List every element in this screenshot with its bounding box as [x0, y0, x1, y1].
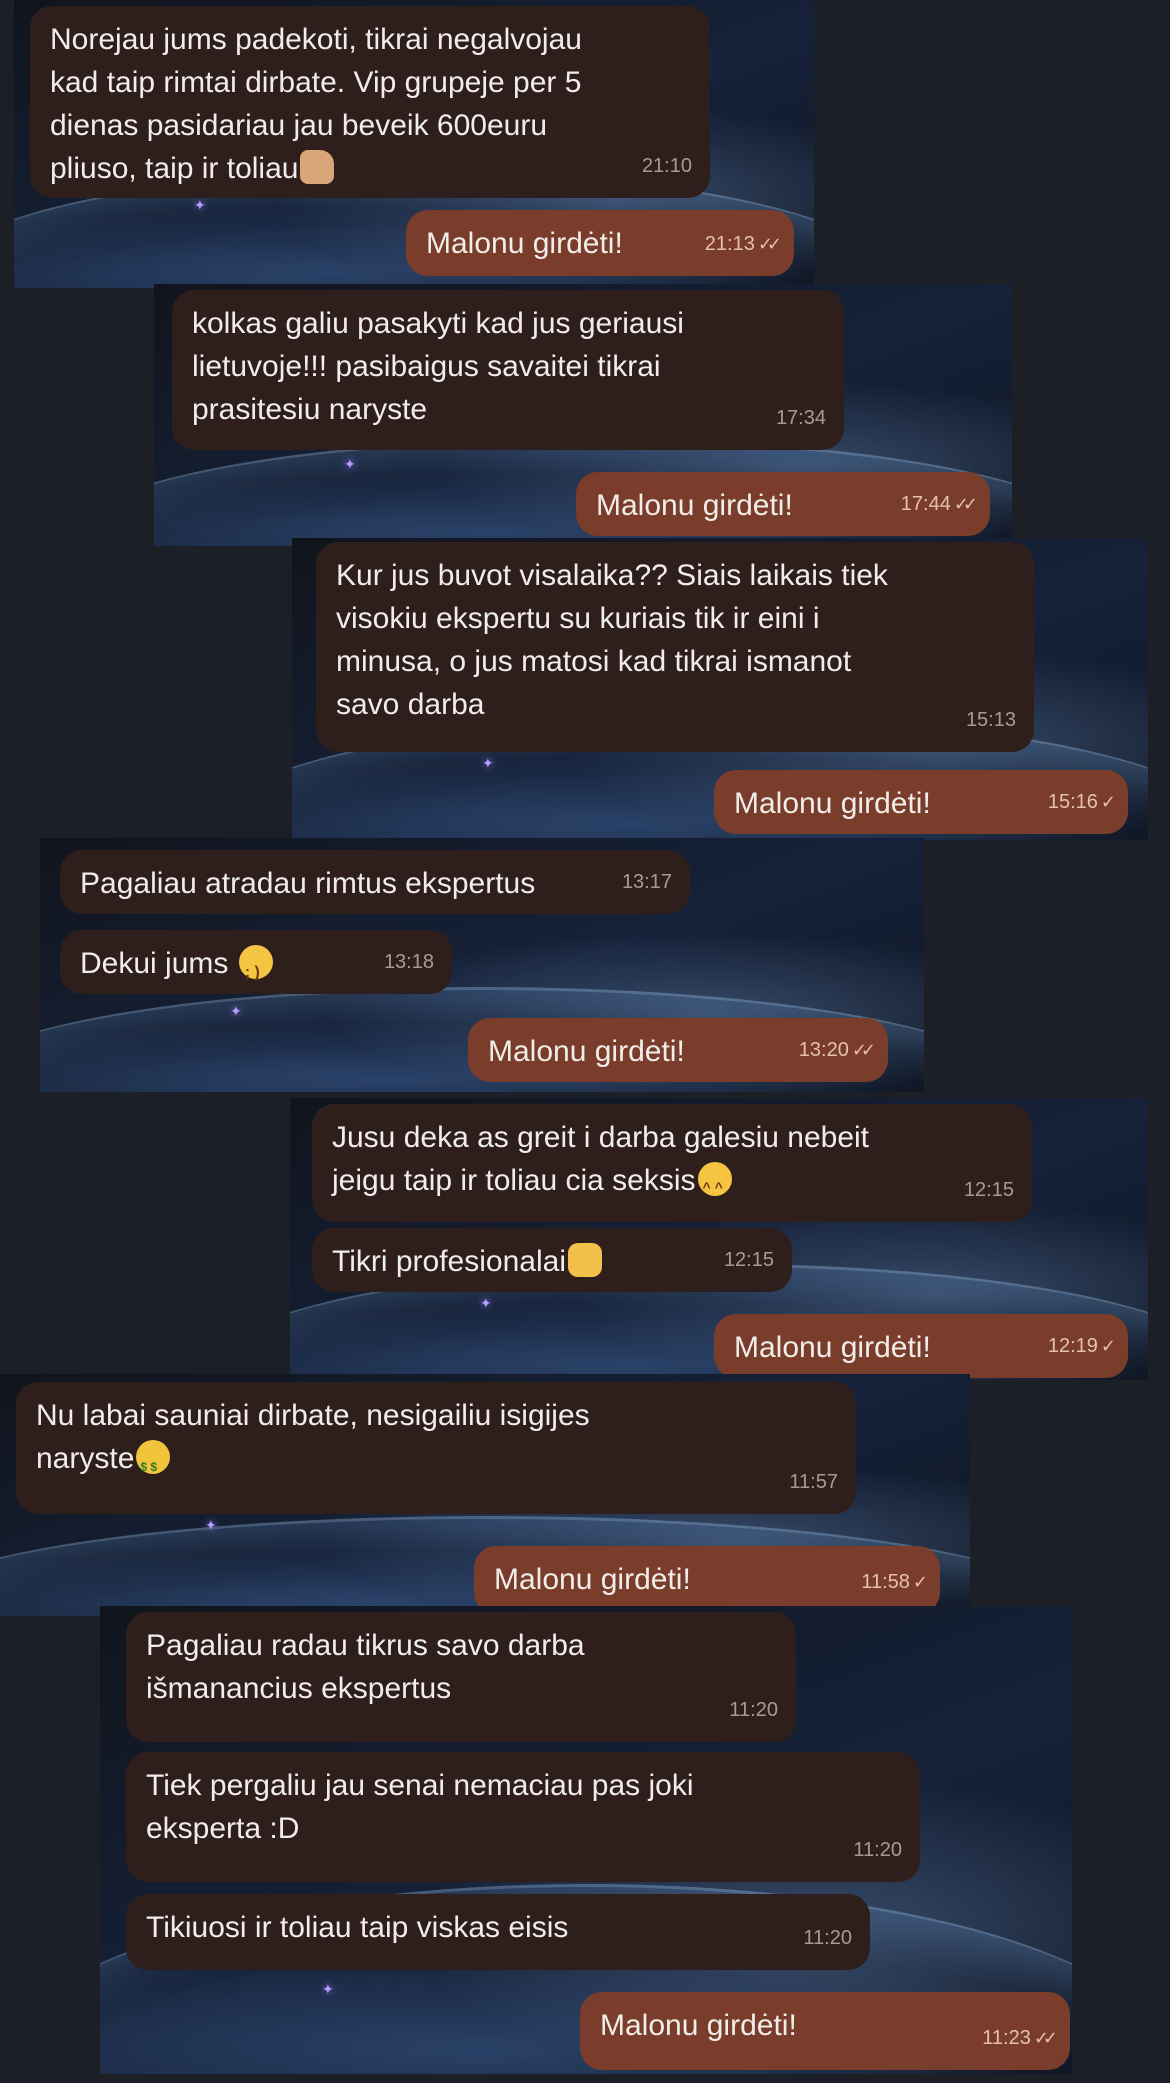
message-time: 11:20	[729, 1699, 778, 1721]
message-bubble-incoming[interactable]: Jusu deka as greit i darba galesiu nebei…	[312, 1104, 1032, 1222]
message-time: 11:20	[853, 1839, 902, 1861]
message-bubble-incoming[interactable]: Tiek pergaliu jau senai nemaciau pas jok…	[126, 1752, 920, 1882]
message-bubble-incoming[interactable]: kolkas galiu pasakyti kad jus geriausi l…	[172, 290, 844, 450]
message-time: 15:16 ✓	[1047, 791, 1116, 813]
double-check-icon: ✓✓	[757, 234, 782, 254]
double-check-icon: ✓✓	[1033, 2028, 1058, 2048]
double-check-icon: ✓✓	[851, 1040, 876, 1060]
message-time: 17:34	[775, 407, 826, 429]
grinning-face-icon	[697, 1162, 732, 1209]
message-bubble-incoming[interactable]: Norejau jums padekoti, tikrai negalvojau…	[30, 6, 710, 198]
message-text: Malonu girdėti!	[596, 489, 793, 522]
message-time: 11:23 ✓✓	[982, 2027, 1058, 2049]
message-bubble-outgoing[interactable]: Malonu girdėti! 13:20 ✓✓	[468, 1018, 888, 1082]
message-time: 13:17	[621, 871, 672, 893]
message-text: Tikiuosi ir toliau taip viskas eisis	[146, 1911, 569, 1944]
message-time: 12:15	[723, 1249, 774, 1271]
message-bubble-outgoing[interactable]: Malonu girdėti! 17:44 ✓✓	[576, 472, 990, 536]
message-time: 12:19 ✓	[1047, 1335, 1116, 1357]
message-bubble-outgoing[interactable]: Malonu girdėti! 11:58 ✓	[474, 1546, 940, 1614]
message-bubble-outgoing[interactable]: Malonu girdėti! 12:19 ✓	[714, 1314, 1128, 1378]
message-text: Kur jus buvot visalaika?? Siais laikais …	[336, 559, 888, 721]
clapping-hands-icon	[567, 1243, 602, 1277]
double-check-icon: ✓✓	[953, 494, 978, 514]
message-bubble-incoming[interactable]: Pagaliau radau tikrus savo darba išmanan…	[126, 1612, 796, 1742]
message-time: 13:18	[383, 951, 434, 973]
message-text: Pagaliau atradau rimtus ekspertus	[80, 867, 536, 900]
message-time: 17:44 ✓✓	[900, 493, 978, 515]
thumbs-up-icon	[300, 150, 335, 184]
message-text: Pagaliau radau tikrus savo darba išmanan…	[146, 1629, 585, 1705]
message-time: 11:58 ✓	[861, 1571, 928, 1593]
message-text: Jusu deka as greit i darba galesiu nebei…	[332, 1121, 870, 1197]
message-bubble-outgoing[interactable]: Malonu girdėti! 15:16 ✓	[714, 770, 1128, 834]
message-bubble-outgoing[interactable]: Malonu girdėti! 11:23 ✓✓	[580, 1992, 1070, 2070]
message-time: 12:15	[963, 1179, 1014, 1201]
message-time: 21:13 ✓✓	[704, 233, 782, 255]
message-text: Tikri profesionalai	[332, 1245, 566, 1278]
message-text: Malonu girdėti!	[734, 787, 931, 820]
check-icon: ✓	[1100, 792, 1116, 812]
message-text: Malonu girdėti!	[734, 1331, 931, 1364]
message-bubble-incoming[interactable]: Dekui jums 13:18	[60, 930, 452, 994]
message-text: kolkas galiu pasakyti kad jus geriausi l…	[192, 307, 684, 426]
message-time: 11:57	[789, 1471, 838, 1493]
message-bubble-incoming[interactable]: Tikiuosi ir toliau taip viskas eisis 11:…	[126, 1894, 870, 1970]
message-bubble-incoming[interactable]: Pagaliau atradau rimtus ekspertus 13:17	[60, 850, 690, 914]
winking-face-icon	[238, 945, 273, 994]
message-bubble-incoming[interactable]: Tikri profesionalai 12:15	[312, 1228, 792, 1292]
check-icon: ✓	[1100, 1336, 1116, 1356]
message-text: Dekui jums	[80, 947, 237, 980]
money-mouth-face-icon	[136, 1440, 171, 1489]
message-text: Malonu girdėti!	[600, 2009, 797, 2042]
message-time: 13:20 ✓✓	[798, 1039, 876, 1061]
message-text: Tiek pergaliu jau senai nemaciau pas jok…	[146, 1769, 694, 1845]
message-text: Malonu girdėti!	[494, 1563, 691, 1596]
message-time: 15:13	[965, 709, 1016, 731]
message-text: Malonu girdėti!	[488, 1035, 685, 1068]
message-bubble-incoming[interactable]: Kur jus buvot visalaika?? Siais laikais …	[316, 542, 1034, 752]
check-icon: ✓	[912, 1572, 928, 1592]
message-text: Nu labai sauniai dirbate, nesigailiu isi…	[36, 1399, 590, 1475]
message-text: Malonu girdėti!	[426, 227, 623, 260]
message-bubble-incoming[interactable]: Nu labai sauniai dirbate, nesigailiu isi…	[16, 1382, 856, 1514]
message-time: 21:10	[641, 155, 692, 177]
message-bubble-outgoing[interactable]: Malonu girdėti! 21:13 ✓✓	[406, 210, 794, 276]
message-time: 11:20	[803, 1927, 852, 1949]
